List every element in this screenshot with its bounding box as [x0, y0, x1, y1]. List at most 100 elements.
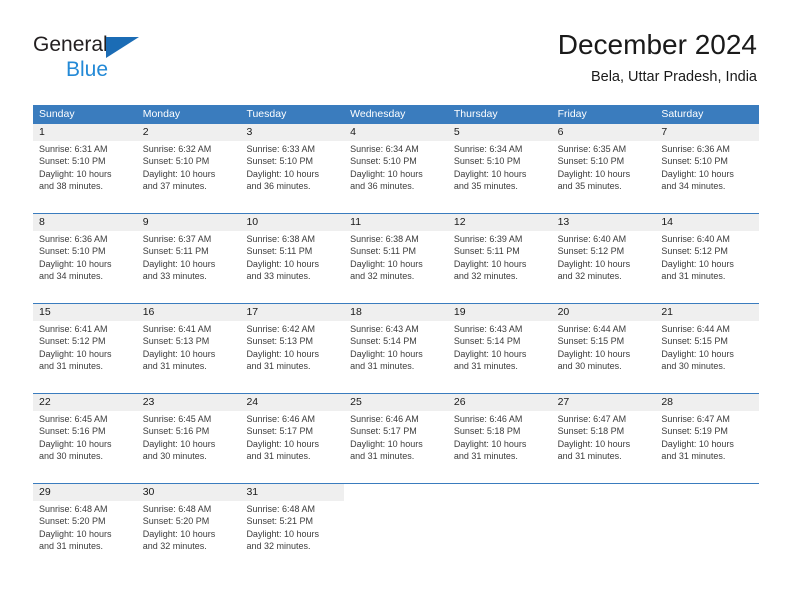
daylight-text-line1: Daylight: 10 hours [142, 258, 216, 269]
sunset-text: Sunset: 5:10 PM [246, 156, 313, 167]
sunrise-text: Sunrise: 6:48 AM [39, 504, 108, 514]
daylight-text-line1: Daylight: 10 hours [453, 438, 527, 449]
weekday-header-friday: Friday [557, 108, 587, 120]
sunset-text: Sunset: 5:14 PM [350, 336, 417, 347]
day-cell[interactable]: 17 Sunrise: 6:42 AM Sunset: 5:13 PM Dayl… [240, 304, 345, 386]
day-cell[interactable]: 7 Sunrise: 6:36 AM Sunset: 5:10 PM Dayli… [655, 124, 760, 206]
day-cell[interactable]: 11 Sunrise: 6:38 AM Sunset: 5:11 PM Dayl… [344, 214, 448, 296]
day-number: 11 [350, 216, 362, 228]
sunset-text: Sunset: 5:20 PM [142, 516, 210, 527]
daylight-text-line1: Daylight: 10 hours [453, 348, 527, 359]
day-cell[interactable]: 30 Sunrise: 6:48 AM Sunset: 5:20 PM Dayl… [136, 484, 241, 566]
page-title: December 2024 [557, 29, 757, 60]
day-info: Sunrise: 6:31 AM Sunset: 5:10 PM Dayligh… [33, 141, 137, 193]
day-info: Sunrise: 6:33 AM Sunset: 5:10 PM Dayligh… [240, 141, 344, 193]
day-cell[interactable]: 21 Sunrise: 6:44 AM Sunset: 5:15 PM Dayl… [655, 304, 760, 386]
day-cell[interactable]: 14 Sunrise: 6:40 AM Sunset: 5:12 PM Dayl… [655, 214, 760, 296]
daylight-text-line2: and 31 minutes. [39, 361, 104, 372]
week-row: 15 Sunrise: 6:41 AM Sunset: 5:12 PM Dayl… [33, 303, 760, 386]
daylight-text-line1: Daylight: 10 hours [142, 168, 216, 179]
day-cell[interactable]: 4 Sunrise: 6:34 AM Sunset: 5:10 PM Dayli… [344, 124, 448, 206]
day-number-band: 22 [33, 394, 137, 411]
week-row: 1 Sunrise: 6:31 AM Sunset: 5:10 PM Dayli… [33, 124, 760, 206]
day-cell[interactable]: 24 Sunrise: 6:46 AM Sunset: 5:17 PM Dayl… [240, 394, 345, 476]
day-cell[interactable]: 8 Sunrise: 6:36 AM Sunset: 5:10 PM Dayli… [33, 214, 137, 296]
sunset-text: Sunset: 5:19 PM [661, 426, 728, 437]
sunset-text: Sunset: 5:15 PM [557, 336, 625, 347]
day-number-band: 17 [240, 304, 345, 321]
daylight-text-line2: and 34 minutes. [39, 271, 104, 282]
day-info: Sunrise: 6:46 AM Sunset: 5:17 PM Dayligh… [240, 411, 344, 463]
day-number-band: 20 [551, 304, 656, 321]
daylight-text-line1: Daylight: 10 hours [246, 168, 319, 179]
sunset-text: Sunset: 5:11 PM [453, 246, 520, 257]
brand-name-top: General [33, 33, 253, 58]
day-cell-empty [551, 484, 656, 566]
day-cell[interactable]: 3 Sunrise: 6:33 AM Sunset: 5:10 PM Dayli… [240, 124, 345, 206]
calendar-grid: Sunday Monday Tuesday Wednesday Thursday… [33, 105, 760, 566]
day-number-band: 18 [344, 304, 448, 321]
daylight-text-line1: Daylight: 10 hours [350, 438, 423, 449]
day-number: 13 [557, 216, 570, 228]
day-info: Sunrise: 6:47 AM Sunset: 5:18 PM Dayligh… [552, 411, 656, 463]
day-cell[interactable]: 9 Sunrise: 6:37 AM Sunset: 5:11 PM Dayli… [136, 214, 241, 296]
day-number: 14 [661, 216, 673, 228]
day-cell[interactable]: 25 Sunrise: 6:46 AM Sunset: 5:17 PM Dayl… [344, 394, 448, 476]
sunset-text: Sunset: 5:10 PM [142, 156, 210, 167]
day-cell[interactable]: 31 Sunrise: 6:48 AM Sunset: 5:21 PM Dayl… [240, 484, 345, 566]
sunset-text: Sunset: 5:12 PM [557, 246, 625, 257]
sunset-text: Sunset: 5:16 PM [39, 426, 106, 437]
day-cell[interactable]: 26 Sunrise: 6:46 AM Sunset: 5:18 PM Dayl… [447, 394, 552, 476]
daylight-text-line2: and 30 minutes. [39, 451, 104, 462]
sunrise-text: Sunrise: 6:46 AM [453, 414, 523, 424]
sunrise-text: Sunrise: 6:45 AM [39, 414, 108, 424]
day-cell[interactable]: 29 Sunrise: 6:48 AM Sunset: 5:20 PM Dayl… [33, 484, 137, 566]
daylight-text-line2: and 35 minutes. [453, 181, 518, 192]
day-cell[interactable]: 23 Sunrise: 6:45 AM Sunset: 5:16 PM Dayl… [136, 394, 241, 476]
day-number: 27 [557, 396, 570, 408]
daylight-text-line2: and 36 minutes. [246, 181, 311, 192]
sunset-text: Sunset: 5:10 PM [557, 156, 625, 167]
day-cell[interactable]: 16 Sunrise: 6:41 AM Sunset: 5:13 PM Dayl… [136, 304, 241, 386]
page-subtitle: Bela, Uttar Pradesh, India [590, 69, 757, 85]
daylight-text-line1: Daylight: 10 hours [39, 348, 112, 359]
day-cell[interactable]: 5 Sunrise: 6:34 AM Sunset: 5:10 PM Dayli… [447, 124, 552, 206]
day-cell[interactable]: 27 Sunrise: 6:47 AM Sunset: 5:18 PM Dayl… [551, 394, 656, 476]
day-number-band: 21 [655, 304, 760, 321]
daylight-text-line1: Daylight: 10 hours [557, 348, 631, 359]
day-cell[interactable]: 28 Sunrise: 6:47 AM Sunset: 5:19 PM Dayl… [655, 394, 760, 476]
day-number: 8 [39, 216, 45, 228]
day-number: 29 [39, 486, 51, 498]
sunset-text: Sunset: 5:10 PM [350, 156, 417, 167]
sunset-text: Sunset: 5:12 PM [39, 336, 106, 347]
day-cell[interactable]: 22 Sunrise: 6:45 AM Sunset: 5:16 PM Dayl… [33, 394, 137, 476]
calendar-page: General Blue December 2024 Bela, Uttar P… [0, 0, 792, 612]
day-info: Sunrise: 6:46 AM Sunset: 5:18 PM Dayligh… [448, 411, 552, 463]
day-info: Sunrise: 6:47 AM Sunset: 5:19 PM Dayligh… [655, 411, 759, 463]
day-number-band: 13 [551, 214, 656, 231]
day-cell[interactable]: 12 Sunrise: 6:39 AM Sunset: 5:11 PM Dayl… [447, 214, 552, 296]
day-cell[interactable]: 20 Sunrise: 6:44 AM Sunset: 5:15 PM Dayl… [551, 304, 656, 386]
day-number: 16 [142, 306, 155, 318]
day-cell[interactable]: 18 Sunrise: 6:43 AM Sunset: 5:14 PM Dayl… [344, 304, 448, 386]
day-number-band: 7 [655, 124, 760, 141]
day-info: Sunrise: 6:39 AM Sunset: 5:11 PM Dayligh… [448, 231, 552, 283]
day-number: 20 [557, 306, 570, 318]
day-cell[interactable]: 19 Sunrise: 6:43 AM Sunset: 5:14 PM Dayl… [447, 304, 552, 386]
day-cell[interactable]: 15 Sunrise: 6:41 AM Sunset: 5:12 PM Dayl… [33, 304, 137, 386]
day-info: Sunrise: 6:42 AM Sunset: 5:13 PM Dayligh… [240, 321, 344, 373]
sunrise-text: Sunrise: 6:32 AM [142, 144, 212, 154]
day-cell[interactable]: 10 Sunrise: 6:38 AM Sunset: 5:11 PM Dayl… [240, 214, 345, 296]
day-cell[interactable]: 2 Sunrise: 6:32 AM Sunset: 5:10 PM Dayli… [136, 124, 241, 206]
day-number-band: 29 [33, 484, 137, 501]
day-cell[interactable]: 6 Sunrise: 6:35 AM Sunset: 5:10 PM Dayli… [551, 124, 656, 206]
sunrise-text: Sunrise: 6:47 AM [557, 414, 627, 424]
day-number-band: 10 [240, 214, 345, 231]
day-cell[interactable]: 1 Sunrise: 6:31 AM Sunset: 5:10 PM Dayli… [33, 124, 137, 206]
sunset-text: Sunset: 5:18 PM [557, 426, 625, 437]
day-cell[interactable]: 13 Sunrise: 6:40 AM Sunset: 5:12 PM Dayl… [551, 214, 656, 296]
weekday-header-wednesday: Wednesday [350, 108, 406, 120]
daylight-text-line2: and 33 minutes. [246, 271, 311, 282]
daylight-text-line2: and 30 minutes. [557, 361, 622, 372]
day-number-band: 8 [33, 214, 137, 231]
